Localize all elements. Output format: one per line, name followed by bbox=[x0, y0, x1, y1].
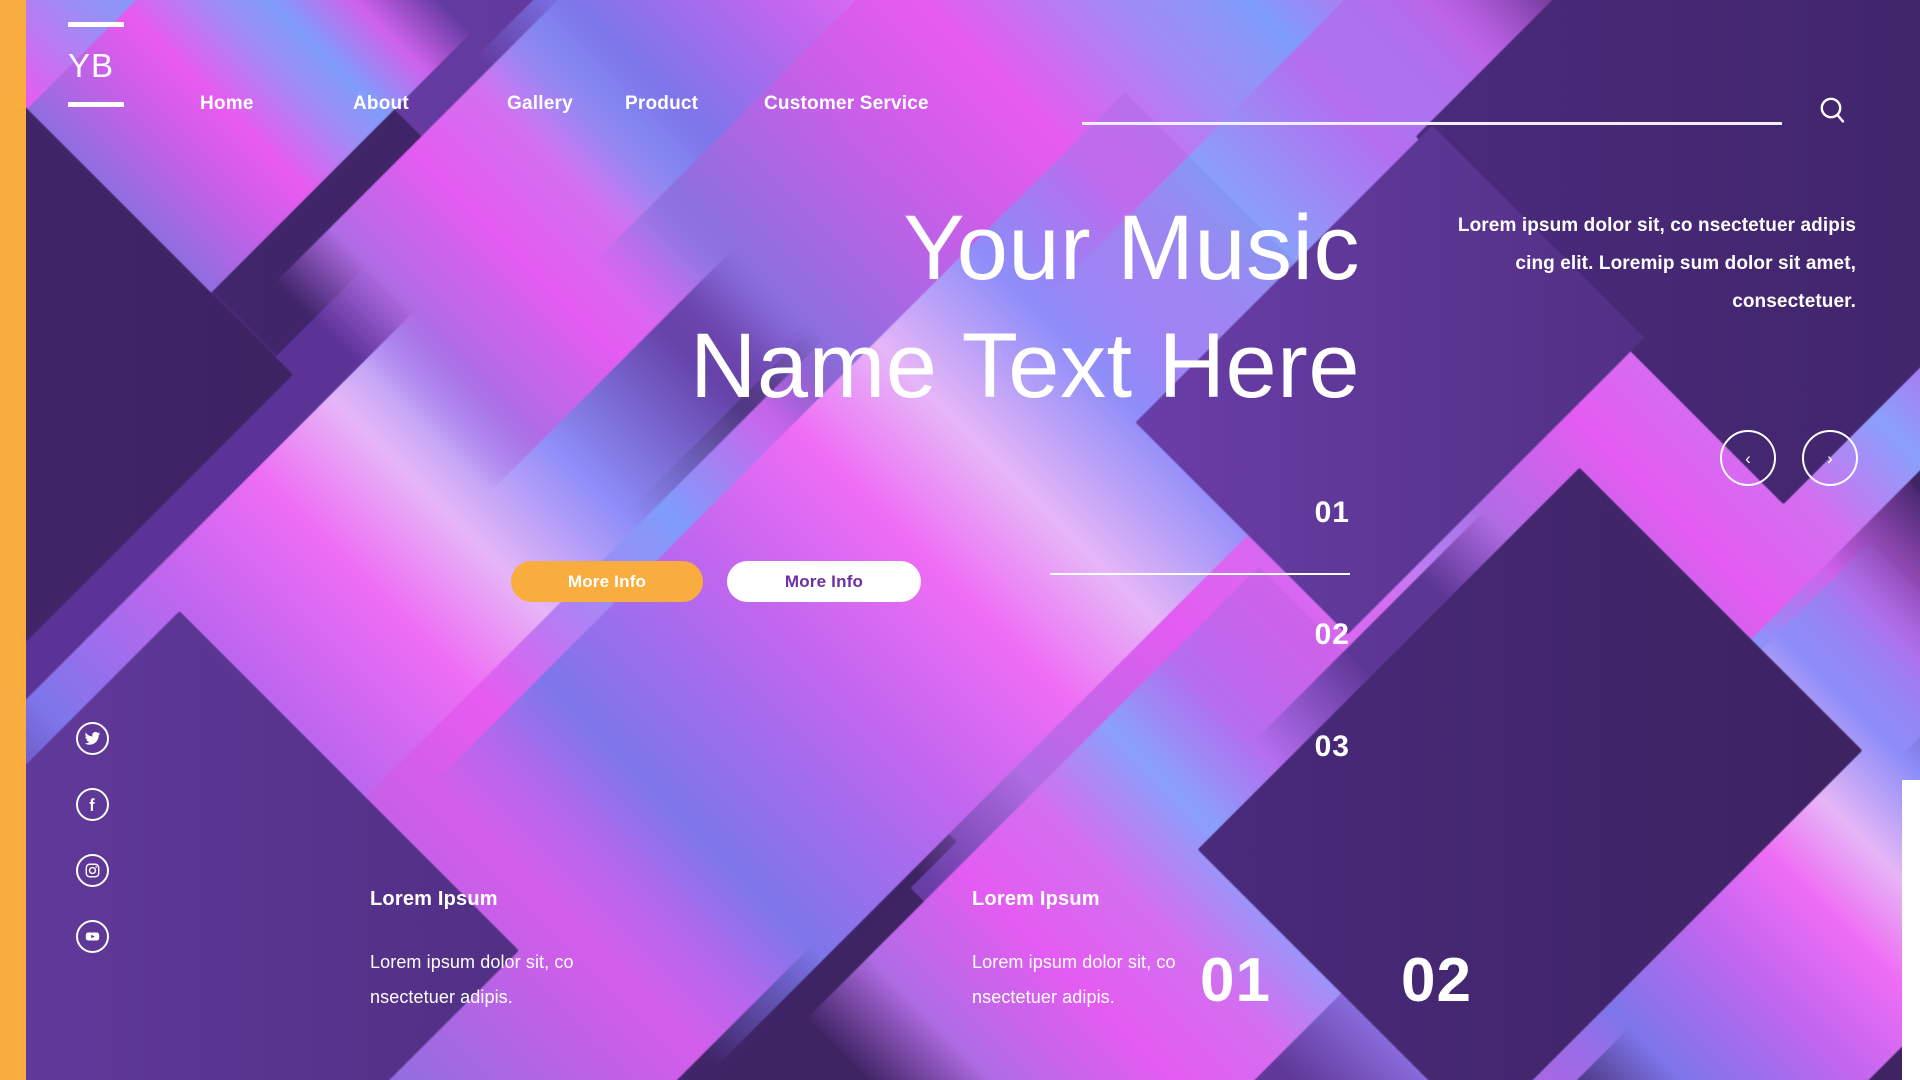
youtube-icon bbox=[84, 928, 101, 945]
nav-item-customer-service[interactable]: Customer Service bbox=[764, 93, 929, 115]
logo-text: YB bbox=[68, 47, 115, 84]
counter-01[interactable]: 01 bbox=[1200, 950, 1271, 1012]
facebook-icon bbox=[84, 796, 101, 813]
social-links-rail bbox=[76, 722, 109, 953]
social-link-twitter[interactable] bbox=[76, 722, 109, 755]
search-icon[interactable] bbox=[1816, 94, 1850, 128]
bottom-right-white-block bbox=[1902, 780, 1920, 1080]
hero-description: Lorem ipsum dolor sit, co nsectetuer adi… bbox=[1457, 215, 1856, 312]
nav-item-gallery[interactable]: Gallery bbox=[507, 93, 625, 115]
feature-blocks: Lorem Ipsum Lorem ipsum dolor sit, co ns… bbox=[370, 888, 1262, 1015]
more-info-secondary-button[interactable]: More Info bbox=[727, 561, 921, 602]
search-underline bbox=[1082, 122, 1782, 125]
chevron-right-icon: › bbox=[1827, 448, 1833, 468]
logo-rule-bottom bbox=[68, 102, 124, 107]
carousel-next-button[interactable]: › bbox=[1802, 430, 1858, 486]
slide-indicator-spacer bbox=[1050, 650, 1350, 732]
main-navigation: Home About Gallery Product Customer Serv… bbox=[200, 93, 929, 115]
slide-indicator-02[interactable]: 02 bbox=[1050, 620, 1350, 650]
slide-indicator-01[interactable]: 01 bbox=[1050, 498, 1350, 528]
instagram-icon bbox=[84, 862, 101, 879]
logo[interactable]: YB bbox=[68, 22, 188, 107]
cta-button-group: More Info More Info bbox=[511, 561, 921, 602]
left-accent-strip bbox=[0, 0, 26, 1080]
page-title: Your Music Name Text Here bbox=[689, 197, 1360, 417]
carousel-controls: ‹ › bbox=[1720, 430, 1858, 486]
slide-indicator-03[interactable]: 03 bbox=[1050, 732, 1350, 762]
social-link-facebook[interactable] bbox=[76, 788, 109, 821]
feature-body-1: Lorem ipsum dolor sit, co nsectetuer adi… bbox=[370, 952, 574, 1008]
feature-title-2: Lorem Ipsum bbox=[972, 888, 1100, 910]
carousel-slide-indicators: 01 02 03 bbox=[1050, 498, 1350, 762]
counter-group: 01 02 bbox=[1200, 950, 1472, 1012]
search-input[interactable] bbox=[1082, 92, 1782, 122]
feature-title-1: Lorem Ipsum bbox=[370, 888, 498, 910]
landing-page-stage: YB Home About Gallery Product Customer S… bbox=[0, 0, 1920, 1080]
nav-item-about[interactable]: About bbox=[353, 93, 507, 115]
slide-indicator-progress-line bbox=[1050, 573, 1350, 575]
more-info-primary-button[interactable]: More Info bbox=[511, 561, 703, 602]
feature-block-1: Lorem Ipsum Lorem ipsum dolor sit, co ns… bbox=[370, 888, 660, 1015]
site-header: YB Home About Gallery Product Customer S… bbox=[0, 0, 1920, 170]
nav-item-home[interactable]: Home bbox=[200, 93, 353, 115]
chevron-left-icon: ‹ bbox=[1745, 448, 1751, 468]
nav-item-product[interactable]: Product bbox=[625, 93, 764, 115]
social-link-instagram[interactable] bbox=[76, 854, 109, 887]
twitter-icon bbox=[84, 730, 101, 747]
carousel-prev-button[interactable]: ‹ bbox=[1720, 430, 1776, 486]
logo-rule-top bbox=[68, 22, 124, 27]
social-link-youtube[interactable] bbox=[76, 920, 109, 953]
counter-02[interactable]: 02 bbox=[1401, 950, 1472, 1012]
